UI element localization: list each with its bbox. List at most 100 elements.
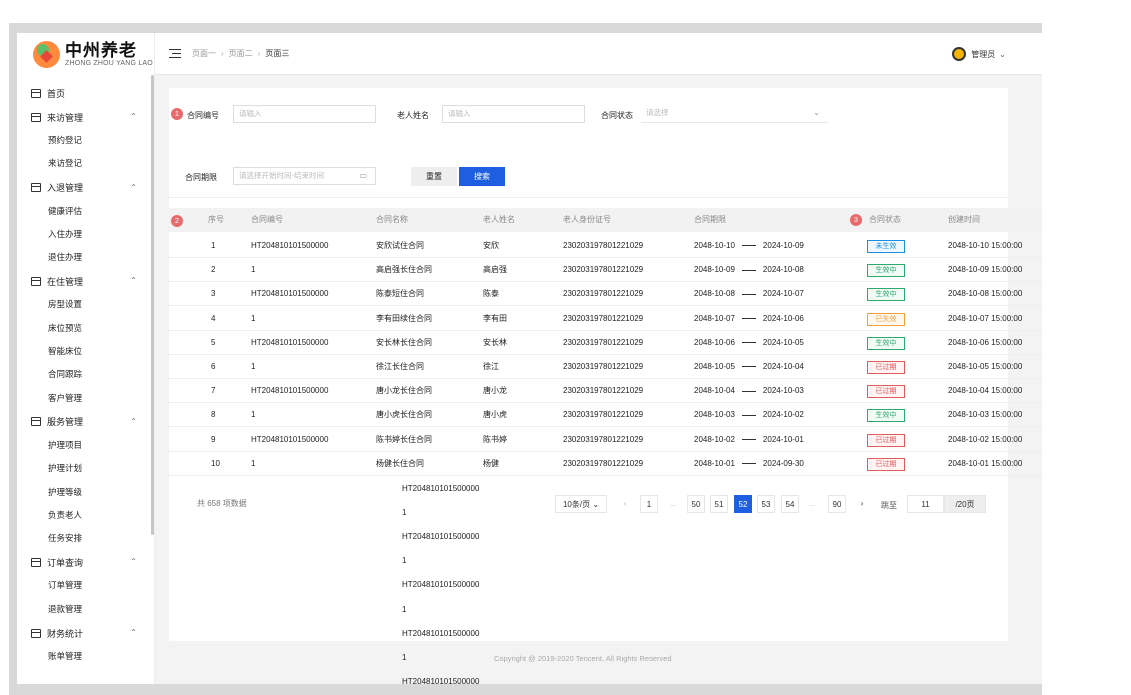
overflow-code: HT204810101500000	[402, 580, 480, 590]
sidebar-item[interactable]: 床位预览	[17, 317, 151, 340]
cell-elder: 徐江	[483, 362, 499, 371]
sidebar-group[interactable]: 财务统计 ⌃	[17, 621, 151, 645]
menu-group-icon	[31, 276, 41, 286]
jump-input[interactable]: 11	[907, 495, 944, 513]
cell-elder: 杨健	[483, 458, 499, 468]
sidebar-group[interactable]: 来访管理 ⌃	[17, 105, 151, 129]
sidebar-item[interactable]: 入住办理	[17, 223, 151, 246]
period-start: 2048-10-03	[694, 410, 735, 420]
range-dash	[741, 463, 756, 465]
cell-id: 230203197801221029	[563, 410, 644, 420]
period-range-input[interactable]: 请选择开始时间-结束时间 ▭	[233, 167, 376, 185]
cell-name: 唐小虎长住合同	[376, 410, 432, 420]
cell-id: 230203197801221029	[563, 337, 644, 347]
sidebar-item[interactable]: 客户管理	[17, 387, 151, 410]
page-size-value: 10条/页	[562, 500, 591, 509]
sidebar-item[interactable]: 健康评估	[17, 200, 151, 223]
breadcrumb-item[interactable]: 页面一	[192, 48, 216, 59]
sidebar-item[interactable]: 订单管理	[17, 574, 151, 597]
overflow-code: 1	[402, 556, 407, 566]
sidebar-item[interactable]: 来访登记	[17, 152, 151, 175]
sidebar-group[interactable]: 订单查询 ⌃	[17, 550, 151, 574]
col-status: 合同状态	[869, 215, 901, 224]
cell-no: 5	[211, 337, 216, 347]
divider	[169, 197, 1008, 198]
sidebar-item[interactable]: 退款管理	[17, 598, 151, 621]
reset-button[interactable]: 重置	[411, 167, 457, 186]
sidebar-item[interactable]: 任务安排	[17, 527, 151, 550]
sidebar-item[interactable]: 护理计划	[17, 457, 151, 480]
next-page-icon[interactable]: ›	[855, 495, 869, 513]
badge-1: 1	[171, 108, 183, 120]
sidebar-item[interactable]: 房型设置	[17, 293, 151, 316]
cell-no: 4	[211, 313, 216, 323]
page-size-select[interactable]: 10条/页 ⌄	[555, 495, 607, 513]
contract-no-label: 合同编号	[187, 111, 219, 120]
page-number[interactable]: 1	[640, 495, 658, 513]
contract-no-input[interactable]: 请输入	[233, 105, 376, 123]
sidebar-item[interactable]: 账单管理	[17, 645, 151, 668]
avatar	[952, 47, 967, 61]
page-number[interactable]: 51	[710, 495, 728, 513]
sidebar-item[interactable]: 预约登记	[17, 129, 151, 152]
breadcrumb-current: 页面三	[265, 49, 290, 58]
table-row: 7 HT204810101500000 唐小龙长住合同 唐小龙 230203197801…	[169, 379, 1042, 404]
sidebar-scrollbar[interactable]	[151, 75, 154, 535]
cell-name: 徐江长住合同	[376, 362, 424, 371]
status-tag: 已过期	[867, 457, 905, 471]
period-end: 2024-10-03	[762, 386, 804, 396]
user-name: 管理员	[971, 49, 996, 59]
breadcrumb-item[interactable]: 页面二	[229, 48, 253, 59]
sidebar-group[interactable]: 入退管理 ⌃	[17, 176, 151, 200]
chevron-down-icon: ⌄	[813, 108, 820, 117]
period-end: 2024-10-01	[762, 434, 804, 444]
search-button[interactable]: 搜索	[459, 167, 505, 186]
cell-period: 2048-10-05 2024-10-04	[694, 355, 804, 378]
cell-no: 9	[211, 434, 216, 444]
period-start: 2048-10-06	[694, 337, 735, 347]
sidebar-item[interactable]: 智能床位	[17, 340, 151, 363]
overflow-code: 1	[402, 604, 407, 614]
sidebar-item[interactable]: 退住办理	[17, 246, 151, 269]
sidebar-group[interactable]: 在住管理 ⌃	[17, 269, 151, 293]
sidebar-item[interactable]: 护理项目	[17, 434, 151, 457]
footer-copyright: Copyright @ 2019-2020 Tencent. All Right…	[494, 654, 672, 663]
sidebar: 中州养老 ZHONG ZHOU YANG LAO 首页 来访管理 ⌃ 预约登记 来访登记…	[17, 33, 155, 684]
page-ellipsis: ...	[808, 499, 816, 508]
sidebar-item[interactable]: 合同跟踪	[17, 363, 151, 386]
table-row: 5 HT204810101500000 安长林长住合同 安长林 230203197801…	[169, 331, 1042, 355]
cell-code: 1	[251, 265, 256, 275]
cell-created: 2048-10-02 15:00:00	[948, 434, 1023, 444]
page-number[interactable]: 53	[757, 495, 775, 513]
sidebar-group[interactable]: 首页	[17, 81, 151, 105]
content-card: 1 合同编号 请输入 老人姓名 请输入 合同状态 请选择 ⌄ 合同期限 请选择开…	[169, 88, 1042, 684]
sidebar-group-label: 来访管理	[47, 112, 84, 123]
range-dash	[741, 293, 756, 295]
page-number[interactable]: 90	[828, 495, 846, 513]
chevron-down-icon: ⌄	[999, 49, 1006, 59]
prev-page-icon[interactable]: ‹	[618, 495, 632, 513]
sidebar-group[interactable]: 服务管理 ⌃	[17, 410, 151, 434]
menu-group-icon	[31, 112, 41, 122]
status-label: 合同状态	[601, 111, 633, 120]
table-row: 6 1 徐江长住合同 徐江 230203197801221029 2048-10-05 20…	[169, 355, 1042, 379]
status-tag: 生效中	[867, 288, 905, 302]
cell-code: 1	[251, 458, 256, 468]
status-select[interactable]: 请选择 ⌄	[641, 105, 828, 123]
cell-name: 高启强长住合同	[376, 265, 432, 275]
page-number[interactable]: 54	[781, 495, 799, 513]
elder-name-input[interactable]: 请输入	[442, 105, 585, 123]
cell-code: HT204810101500000	[251, 241, 329, 250]
menu-group-icon	[31, 88, 41, 98]
user-menu[interactable]: 管理员 ⌄	[952, 47, 1006, 61]
menu-toggle-icon[interactable]	[169, 49, 181, 58]
page-number[interactable]: 50	[687, 495, 705, 513]
cell-created: 2048-10-04 15:00:00	[948, 386, 1023, 396]
sidebar-item[interactable]: 负责老人	[17, 504, 151, 527]
status-tag: 已过期	[867, 361, 905, 374]
cell-period: 2048-10-07 2024-10-06	[694, 307, 804, 330]
cell-period: 2048-10-04 2024-10-03	[694, 379, 804, 402]
sidebar-item[interactable]: 护理等级	[17, 481, 151, 504]
page-number[interactable]: 52	[734, 495, 752, 513]
menu-group-icon	[31, 417, 41, 427]
